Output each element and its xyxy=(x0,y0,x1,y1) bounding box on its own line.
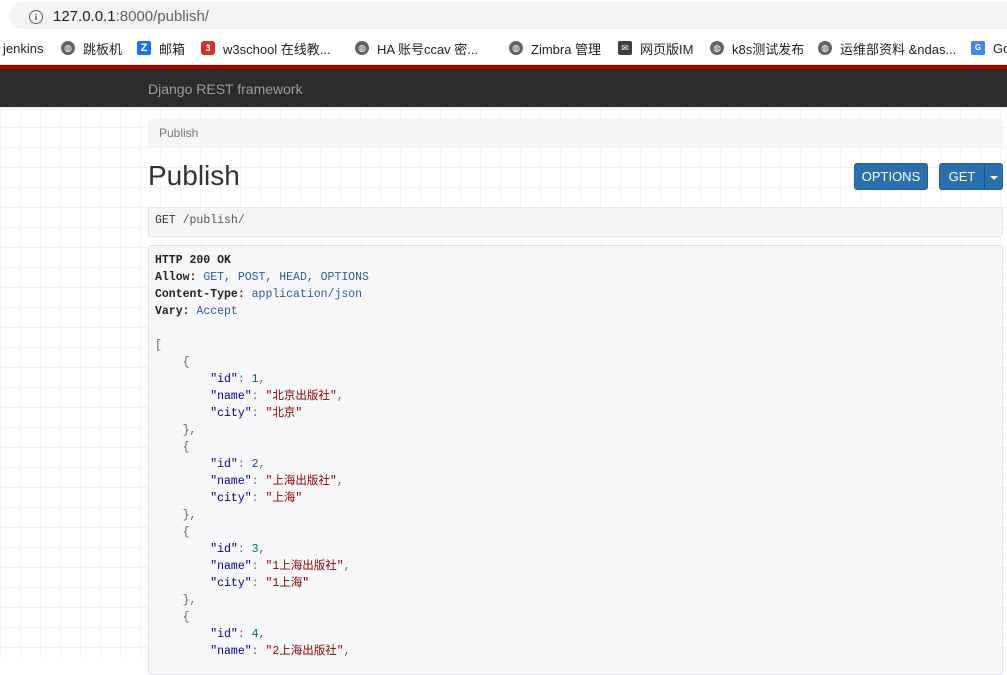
bookmark-label: Go xyxy=(993,40,1007,56)
brand-link[interactable]: Django REST framework xyxy=(148,81,303,97)
google-translate-icon: G xyxy=(971,41,985,55)
url-text[interactable]: 127.0.0.1:8000/publish/ xyxy=(53,8,209,25)
header-key: Content-Type xyxy=(155,288,238,301)
globe-icon: ◍ xyxy=(710,41,724,55)
navbar: Django REST framework xyxy=(0,65,1007,107)
bookmark-label: w3school 在线教... xyxy=(223,41,331,57)
globe-icon: ◍ xyxy=(355,41,369,55)
json-object: { xyxy=(155,611,190,624)
info-icon[interactable]: i xyxy=(29,10,43,24)
request-method: GET xyxy=(155,214,176,227)
bookmark-label: HA 账号ccav 密... xyxy=(377,41,479,57)
zimbra-z-icon: Z xyxy=(137,41,151,55)
bookmark-jenkins[interactable]: jenkins xyxy=(3,39,43,57)
header-key: Allow xyxy=(155,271,190,284)
bookmark-mailbox[interactable]: Z 邮箱 xyxy=(137,39,185,57)
bookmark-ops-docs[interactable]: ◍ 运维部资料 &ndas... xyxy=(818,39,956,57)
header-value: application/json xyxy=(251,288,363,301)
omnibox[interactable]: i 127.0.0.1:8000/publish/ xyxy=(9,2,1007,29)
caret-down-icon xyxy=(989,175,998,180)
bookmark-label: jenkins xyxy=(3,40,44,56)
globe-icon: ◍ xyxy=(61,41,75,55)
bookmark-k8s-release[interactable]: ◍ k8s测试发布 xyxy=(710,39,804,57)
item-city: 北京 xyxy=(272,407,296,420)
breadcrumb-item[interactable]: Publish xyxy=(159,126,198,140)
header-value: Accept xyxy=(196,305,238,318)
bookmark-zimbra-admin[interactable]: ◍ Zimbra 管理 xyxy=(509,39,601,57)
request-path: /publish/ xyxy=(182,214,245,227)
url-path: :8000/publish/ xyxy=(115,8,209,25)
globe-icon: ◍ xyxy=(509,41,523,55)
globe-icon: ◍ xyxy=(818,41,832,55)
get-format-dropdown[interactable] xyxy=(984,163,1003,190)
item-id: 1 xyxy=(251,373,259,386)
item-city: 1上海 xyxy=(272,577,303,590)
item-name: 1上海出版社 xyxy=(272,560,337,573)
page-title: Publish xyxy=(148,160,240,191)
json-object: { xyxy=(155,441,190,454)
response-info: HTTP 200 OK Allow: GET, POST, HEAD, OPTI… xyxy=(148,245,1003,675)
bookmark-label: k8s测试发布 xyxy=(732,41,805,57)
breadcrumb: Publish xyxy=(148,119,1003,147)
json-object: { xyxy=(155,526,190,539)
request-info: GET /publish/ xyxy=(148,207,1003,237)
bookmark-label: 邮箱 xyxy=(159,41,186,57)
header-value: GET, POST, HEAD, OPTIONS xyxy=(203,271,369,284)
w3school-icon: 3 xyxy=(201,41,215,55)
json-object: { xyxy=(155,356,190,369)
url-host: 127.0.0.1 xyxy=(53,8,116,25)
bookmarks-bar: jenkins ◍ 跳板机 Z 邮箱 3 w3school 在线教... ◍ H… xyxy=(0,33,1007,65)
bookmark-ha-account[interactable]: ◍ HA 账号ccav 密... xyxy=(355,39,478,57)
bookmark-label: Zimbra 管理 xyxy=(531,41,602,57)
bookmark-web-im[interactable]: ✉ 网页版IM xyxy=(618,39,693,57)
item-name: 2上海出版社 xyxy=(272,645,337,658)
item-city: 上海 xyxy=(272,492,296,505)
item-id: 4 xyxy=(251,628,259,641)
bookmark-google[interactable]: G Go xyxy=(971,39,1007,57)
item-id: 3 xyxy=(251,543,259,556)
main-content: Publish Publish OPTIONS GET GET /publish… xyxy=(0,107,1007,675)
im-icon: ✉ xyxy=(618,41,632,55)
address-bar: i 127.0.0.1:8000/publish/ xyxy=(0,0,1007,33)
bookmark-jump-server[interactable]: ◍ 跳板机 xyxy=(61,39,122,57)
bookmark-w3school[interactable]: 3 w3school 在线教... xyxy=(201,39,331,57)
response-status: HTTP 200 OK xyxy=(155,254,231,267)
header-key: Vary xyxy=(155,305,183,318)
bookmark-label: 运维部资料 &ndas... xyxy=(840,41,957,57)
bookmark-label: 跳板机 xyxy=(83,41,123,57)
item-name: 上海出版社 xyxy=(272,475,330,488)
bookmark-label: 网页版IM xyxy=(640,41,694,57)
options-button[interactable]: OPTIONS xyxy=(854,163,928,190)
item-id: 2 xyxy=(251,458,259,471)
get-button[interactable]: GET xyxy=(939,163,985,190)
item-name: 北京出版社 xyxy=(272,390,330,403)
